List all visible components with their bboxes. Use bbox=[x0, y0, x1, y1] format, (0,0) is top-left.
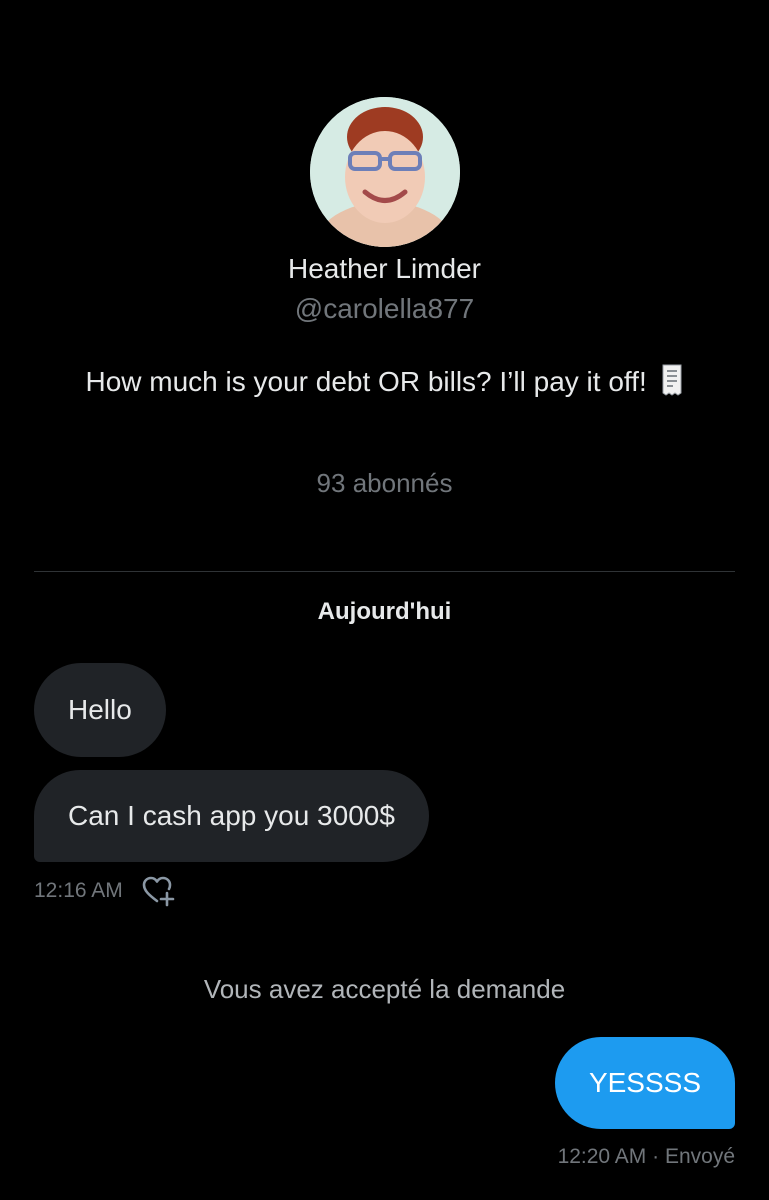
heart-plus-icon[interactable] bbox=[141, 874, 175, 908]
outgoing-message[interactable]: YESSSS bbox=[554, 1037, 735, 1129]
outgoing-status: 12:20 AM · Envoyé bbox=[557, 1145, 735, 1168]
avatar-image bbox=[310, 97, 460, 247]
incoming-message[interactable]: Hello bbox=[34, 663, 166, 757]
profile-avatar[interactable] bbox=[310, 97, 460, 247]
profile-bio: How much is your debt OR bills? I’ll pay… bbox=[70, 362, 700, 402]
profile-divider bbox=[34, 571, 735, 572]
followers-count[interactable]: 93 abonnés bbox=[0, 468, 769, 499]
incoming-timestamp: 12:16 AM bbox=[34, 879, 123, 902]
day-separator: Aujourd'hui bbox=[317, 598, 452, 625]
receipt-icon bbox=[659, 363, 685, 397]
incoming-meta: 12:16 AM bbox=[34, 874, 175, 908]
incoming-message[interactable]: Can I cash app you 3000$ bbox=[34, 770, 429, 862]
profile-name: Heather Limder bbox=[288, 253, 481, 284]
profile-handle: @carolella877 bbox=[294, 293, 475, 324]
request-accepted-note: Vous avez accepté la demande bbox=[203, 974, 566, 1004]
profile-bio-text: How much is your debt OR bills? I’ll pay… bbox=[85, 366, 647, 397]
